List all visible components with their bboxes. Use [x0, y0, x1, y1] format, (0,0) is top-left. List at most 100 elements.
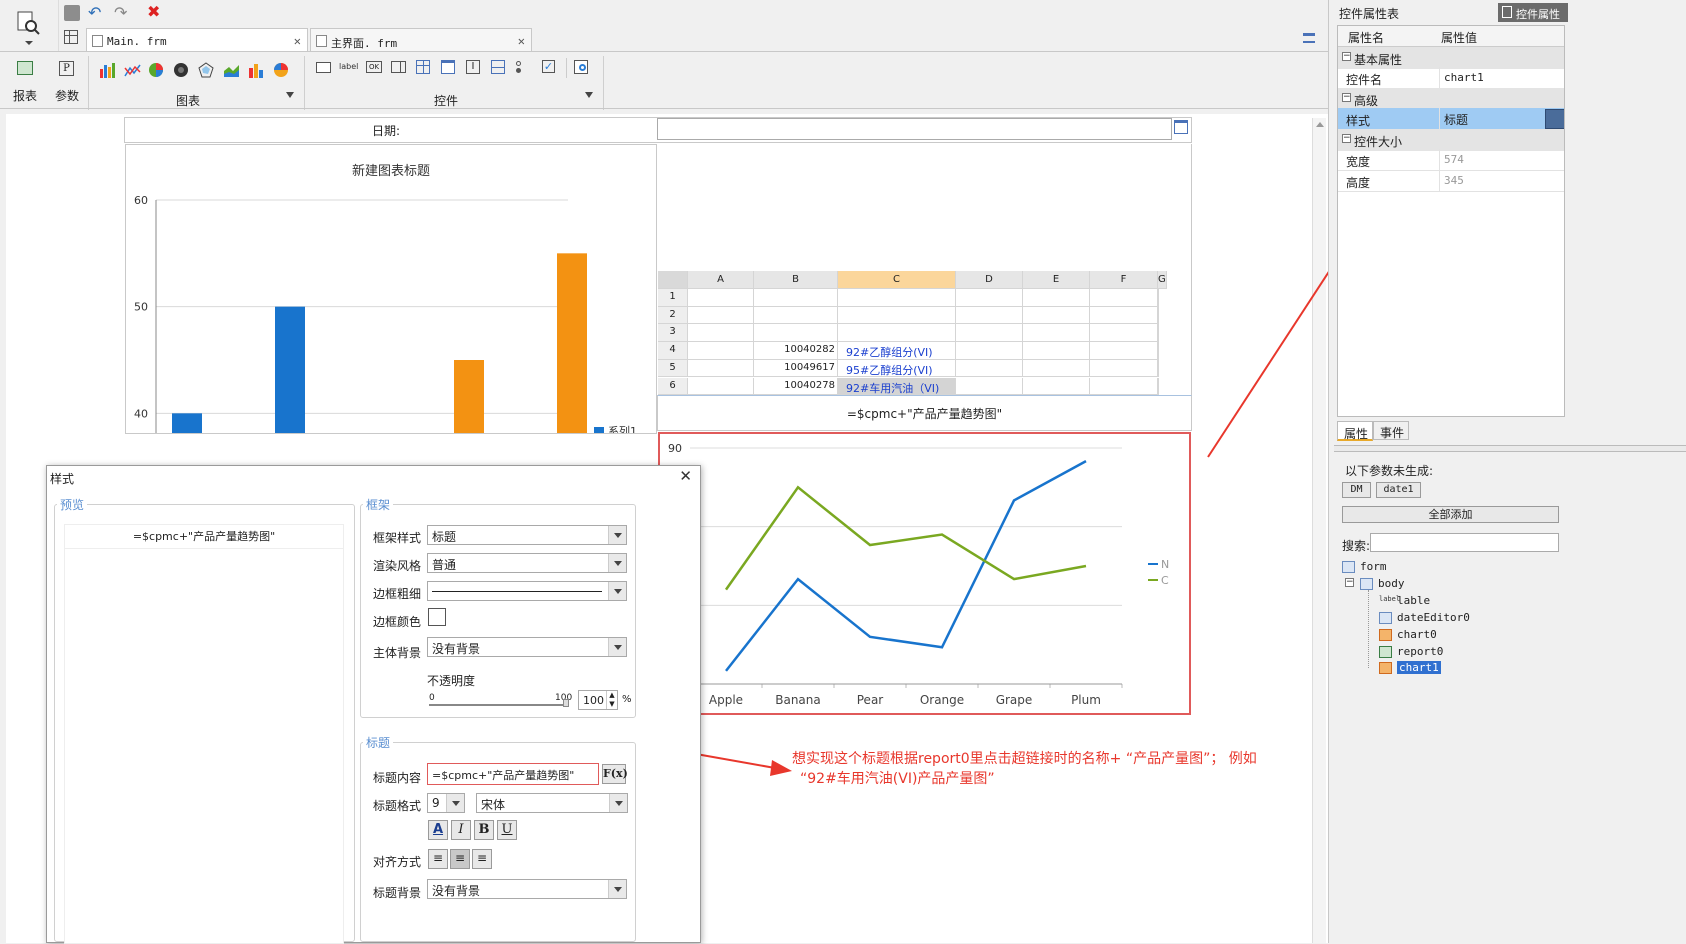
table-cell[interactable]	[956, 324, 1023, 343]
column-header[interactable]: F	[1090, 271, 1158, 289]
table-cell[interactable]	[688, 342, 754, 360]
search-input[interactable]	[1370, 533, 1559, 552]
stacked-bar-icon[interactable]	[248, 62, 266, 78]
dialog-titlebar[interactable]: 样式 ✕	[47, 466, 700, 488]
tree-collapse-icon[interactable]: −	[1345, 578, 1354, 587]
tree-node-form[interactable]: form	[1342, 560, 1387, 573]
app-menu-button[interactable]	[14, 8, 44, 46]
group-advanced[interactable]: − 高级	[1338, 88, 1564, 110]
font-name-select[interactable]: 宋体	[476, 793, 628, 813]
table-cell[interactable]	[754, 324, 838, 343]
table-cell[interactable]	[956, 342, 1023, 360]
align-center-icon[interactable]: ≡	[450, 849, 470, 869]
tree-node-dateeditor0[interactable]: dateEditor0	[1379, 611, 1470, 624]
close-all-icon[interactable]: ✖	[147, 2, 160, 21]
close-icon[interactable]: ✕	[294, 34, 301, 48]
table-cell[interactable]	[1090, 342, 1158, 360]
table-cell[interactable]	[688, 289, 754, 307]
combo-icon[interactable]	[391, 61, 406, 73]
column-header[interactable]: B	[754, 271, 838, 289]
table-cell[interactable]	[956, 289, 1023, 307]
text-input-icon[interactable]: I	[466, 60, 480, 74]
tab-props[interactable]: 属性	[1337, 421, 1373, 441]
label-icon[interactable]: label	[339, 62, 358, 78]
date-input[interactable]	[657, 118, 1172, 140]
table-cell[interactable]: 92#车用汽油（VI)	[838, 377, 956, 395]
tree-node-body[interactable]: body	[1360, 577, 1405, 590]
align-left-icon[interactable]: ≡	[428, 849, 448, 869]
table-cell[interactable]	[1158, 359, 1159, 378]
border-color-swatch[interactable]	[428, 608, 446, 626]
italic-button[interactable]: I	[451, 820, 471, 840]
table-cell[interactable]	[956, 306, 1023, 325]
dialog-close-icon[interactable]: ✕	[679, 467, 692, 485]
group-basic[interactable]: − 基本属性	[1338, 47, 1564, 69]
table-cell[interactable]	[1158, 342, 1159, 360]
table-cell[interactable]	[688, 324, 754, 343]
vertical-scrollbar[interactable]	[1312, 118, 1326, 943]
table-cell[interactable]	[1090, 377, 1158, 395]
prop-row-height[interactable]: 高度 345	[1338, 170, 1564, 192]
chart1[interactable]: 9060300AppleBananaPearOrangeGrapePlumNC	[658, 432, 1191, 715]
row-header[interactable]: 2	[658, 306, 688, 325]
prop-row-name[interactable]: 控件名 chart1	[1338, 67, 1564, 89]
bar-chart-icon[interactable]	[99, 62, 117, 78]
table-cell[interactable]: 10040278	[754, 377, 838, 395]
button-icon[interactable]: OK	[366, 61, 382, 73]
table-cell[interactable]: 92#乙醇组分(VI)	[838, 342, 956, 360]
table-cell[interactable]: 10049617	[754, 359, 838, 378]
tab-main-frm[interactable]: Main. frm ✕	[86, 28, 308, 52]
column-header[interactable]: D	[956, 271, 1023, 289]
control-group-expand-icon[interactable]	[585, 92, 593, 98]
bold-button[interactable]: B	[474, 820, 494, 840]
table-cell[interactable]	[838, 289, 956, 307]
row-header[interactable]: 3	[658, 324, 688, 343]
tab-list-icon[interactable]	[1303, 33, 1315, 43]
param-date1-button[interactable]: date1	[1376, 482, 1421, 498]
table-cell[interactable]	[1158, 324, 1159, 343]
table-cell[interactable]	[688, 359, 754, 378]
save-icon[interactable]	[64, 5, 80, 21]
column-header[interactable]: A	[688, 271, 754, 289]
table-icon[interactable]	[416, 60, 430, 74]
undo-icon[interactable]: ↶	[88, 3, 101, 22]
pie3d-chart-icon[interactable]	[273, 62, 291, 78]
sheet-corner[interactable]	[658, 271, 688, 289]
column-header[interactable]: E	[1023, 271, 1090, 289]
table-cell[interactable]	[1090, 306, 1158, 325]
column-header[interactable]: C	[838, 271, 956, 289]
table-cell[interactable]	[688, 306, 754, 325]
table-cell[interactable]	[754, 289, 838, 307]
grid-icon[interactable]	[64, 30, 78, 44]
style-edit-button[interactable]	[1545, 109, 1564, 129]
table-cell[interactable]	[1158, 306, 1159, 325]
tab-events[interactable]: 事件	[1373, 421, 1409, 440]
table-cell[interactable]	[1023, 342, 1090, 360]
chart-group-expand-icon[interactable]	[286, 92, 294, 98]
line-chart-icon[interactable]	[124, 62, 142, 78]
title-bg-select[interactable]: 没有背景	[427, 879, 627, 899]
props-panel-button[interactable]: 控件属性	[1498, 3, 1568, 22]
table-cell[interactable]	[956, 377, 1023, 395]
report0-sheet[interactable]: A B C D E F G 1 2 3 4 10040282 92#乙醇组分(VI) 5 10049617 9…	[658, 271, 1192, 395]
table-cell[interactable]	[1090, 359, 1158, 378]
table-cell[interactable]	[838, 306, 956, 325]
close-icon[interactable]: ✕	[518, 34, 525, 48]
add-all-button[interactable]: 全部添加	[1342, 506, 1559, 523]
row-header[interactable]: 4	[658, 342, 688, 360]
table-cell[interactable]	[1023, 289, 1090, 307]
frame-style-select[interactable]: 标题	[427, 525, 627, 545]
row-header[interactable]: 6	[658, 377, 688, 395]
tree-node-report0[interactable]: report0	[1379, 645, 1443, 658]
opacity-slider-thumb[interactable]	[563, 699, 569, 707]
table-cell[interactable]	[1023, 377, 1090, 395]
table-cell[interactable]	[838, 324, 956, 343]
table-cell[interactable]	[1090, 289, 1158, 307]
table-cell[interactable]	[1023, 359, 1090, 378]
grid-control-icon[interactable]	[491, 60, 505, 74]
table-cell[interactable]: 10040282	[754, 342, 838, 360]
opacity-slider[interactable]	[429, 704, 569, 706]
preview-icon[interactable]	[574, 60, 588, 74]
tree-node-lable[interactable]: label lable	[1379, 594, 1430, 607]
radio-list-icon[interactable]	[516, 60, 530, 74]
